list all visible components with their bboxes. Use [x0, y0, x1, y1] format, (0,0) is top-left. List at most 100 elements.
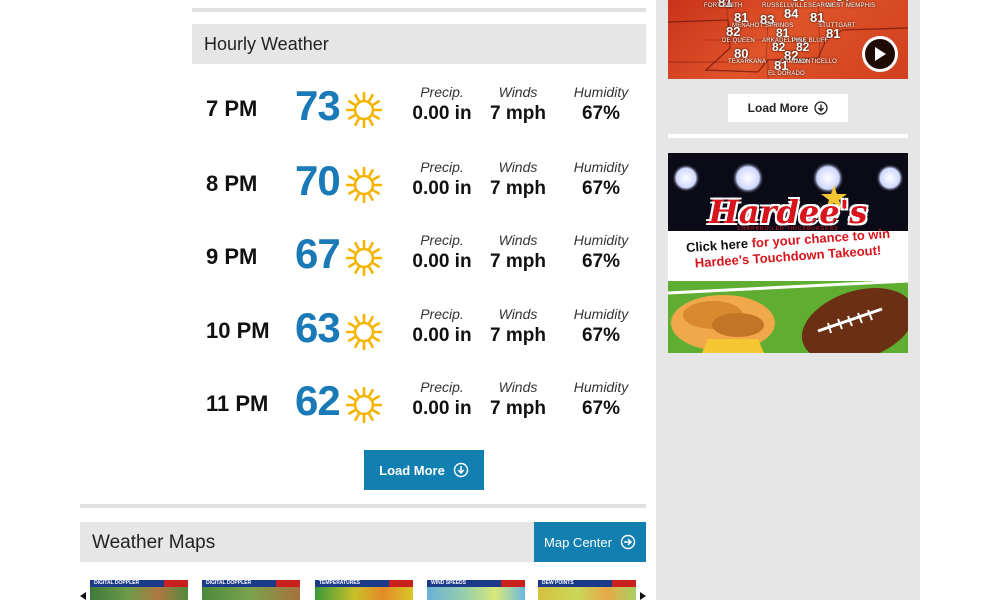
map-thumbnail-label: DIGITAL DOPPLER	[94, 580, 140, 586]
sidebar-load-more-button[interactable]: Load More	[728, 94, 848, 122]
winds-stat: Winds 7 mph	[478, 159, 558, 200]
winds-stat: Winds 7 mph	[478, 306, 558, 347]
hourly-row: 8 PM 70 Precip. 0.00 in Winds 7 mph Humidity 67…	[192, 155, 646, 215]
map-city: MONTICELLO	[796, 59, 838, 65]
humidity-value: 67%	[581, 398, 621, 419]
divider	[668, 134, 908, 138]
carousel-prev-icon[interactable]	[80, 592, 86, 600]
precip-value: 0.00 in	[412, 251, 472, 272]
temperature-map-icon	[315, 587, 413, 600]
map-city: EL DORADO	[768, 71, 805, 77]
humidity-value: 67%	[581, 251, 621, 272]
sun-icon	[345, 239, 383, 277]
hour-time: 10 PM	[206, 318, 270, 343]
station-logo	[164, 580, 188, 587]
hourly-row: 11 PM 62 Precip. 0.00 in Winds 7 mph Humidity 6…	[192, 375, 646, 435]
winds-value: 7 mph	[490, 398, 546, 419]
hardees-ad-banner[interactable]: Hardee's CHARBROILED THICKBURGERS Click …	[668, 153, 908, 353]
winds-label: Winds	[498, 84, 538, 100]
humidity-value: 67%	[581, 325, 621, 346]
map-thumbnail[interactable]: DEW POINTS	[538, 580, 636, 600]
humidity-stat: Humidity 67%	[561, 379, 641, 420]
map-city: FORT SMITH	[704, 3, 743, 9]
station-logo	[501, 580, 525, 587]
precip-value: 0.00 in	[412, 178, 472, 199]
section-title: Weather Maps	[92, 532, 216, 553]
station-logo	[389, 580, 413, 587]
map-thumbnail-label: WIND SPEEDS	[431, 580, 467, 586]
carousel-next-icon[interactable]	[640, 592, 646, 600]
divider	[80, 504, 646, 508]
humidity-label: Humidity	[573, 84, 629, 100]
hour-temperature: 73	[295, 82, 341, 129]
map-city: TEXARKANA	[728, 59, 767, 65]
precip-label: Precip.	[420, 159, 464, 175]
arrow-down-circle-icon	[814, 101, 828, 115]
dew-point-map-icon	[538, 587, 636, 600]
humidity-stat: Humidity 67%	[561, 232, 641, 273]
map-center-label: Map Center	[544, 534, 612, 550]
winds-label: Winds	[498, 159, 538, 175]
map-thumbnail[interactable]: TEMPERATURES	[315, 580, 413, 600]
winds-stat: Winds 7 mph	[478, 84, 558, 125]
humidity-value: 67%	[581, 103, 621, 124]
map-temp: 82	[726, 24, 741, 39]
winds-value: 7 mph	[490, 178, 546, 199]
hour-time: 8 PM	[206, 171, 258, 196]
humidity-label: Humidity	[573, 159, 629, 175]
hourly-load-more-button[interactable]: Load More	[364, 450, 484, 490]
hourly-row: 9 PM 67 Precip. 0.00 in Winds 7 mph Humidity 67…	[192, 228, 646, 288]
precip-stat: Precip. 0.00 in	[402, 84, 482, 125]
precip-label: Precip.	[420, 84, 464, 100]
precip-stat: Precip. 0.00 in	[402, 232, 482, 273]
map-city: DE QUEEN	[722, 38, 755, 44]
winds-value: 7 mph	[490, 325, 546, 346]
sun-icon	[345, 91, 383, 129]
hour-temperature: 63	[295, 304, 341, 351]
map-thumbnail-title-bar: WIND SPEEDS	[427, 580, 525, 587]
map-thumbnail[interactable]: WIND SPEEDS	[427, 580, 525, 600]
precip-stat: Precip. 0.00 in	[402, 306, 482, 347]
sun-icon	[345, 166, 383, 204]
hourly-row: 7 PM 73 Precip. 0.00 in Winds 7 mph Humidity 67…	[192, 80, 646, 140]
hour-time: 7 PM	[206, 96, 258, 121]
radar-map-icon	[202, 587, 300, 600]
map-thumbnail-title-bar: DIGITAL DOPPLER	[90, 580, 188, 587]
humidity-label: Humidity	[573, 232, 629, 248]
hour-temperature: 67	[295, 230, 341, 277]
load-more-label: Load More	[747, 101, 809, 115]
arrow-down-circle-icon	[453, 462, 469, 478]
precip-value: 0.00 in	[412, 325, 472, 346]
precip-value: 0.00 in	[412, 103, 472, 124]
map-thumbnail-title-bar: DIGITAL DOPPLER	[202, 580, 300, 587]
hour-temperature: 62	[295, 377, 341, 424]
sun-icon	[345, 386, 383, 424]
winds-stat: Winds 7 mph	[478, 232, 558, 273]
wind-map-icon	[427, 587, 525, 600]
radar-map-icon	[90, 587, 188, 600]
map-thumbnail-label: DIGITAL DOPPLER	[206, 580, 252, 586]
winds-label: Winds	[498, 379, 538, 395]
map-thumbnail[interactable]: DIGITAL DOPPLER	[202, 580, 300, 600]
map-thumbnail[interactable]: DIGITAL DOPPLER	[90, 580, 188, 600]
precip-value: 0.00 in	[412, 398, 472, 419]
precip-stat: Precip. 0.00 in	[402, 159, 482, 200]
play-button[interactable]	[862, 36, 898, 72]
map-thumbnail-label: DEW POINTS	[542, 580, 574, 586]
humidity-label: Humidity	[573, 306, 629, 322]
winds-label: Winds	[498, 232, 538, 248]
hour-temperature: 70	[295, 157, 341, 204]
winds-value: 7 mph	[490, 103, 546, 124]
map-center-button[interactable]: Map Center	[534, 522, 646, 562]
humidity-stat: Humidity 67%	[561, 306, 641, 347]
humidity-label: Humidity	[573, 379, 629, 395]
arrow-right-circle-icon	[620, 534, 636, 550]
weather-maps-header: Weather Maps Map Center	[80, 522, 646, 562]
precip-label: Precip.	[420, 379, 464, 395]
hour-time: 11 PM	[206, 391, 269, 416]
humidity-stat: Humidity 67%	[561, 159, 641, 200]
map-thumbnail-title-bar: TEMPERATURES	[315, 580, 413, 587]
precip-label: Precip.	[420, 232, 464, 248]
humidity-value: 67%	[581, 178, 621, 199]
precip-stat: Precip. 0.00 in	[402, 379, 482, 420]
